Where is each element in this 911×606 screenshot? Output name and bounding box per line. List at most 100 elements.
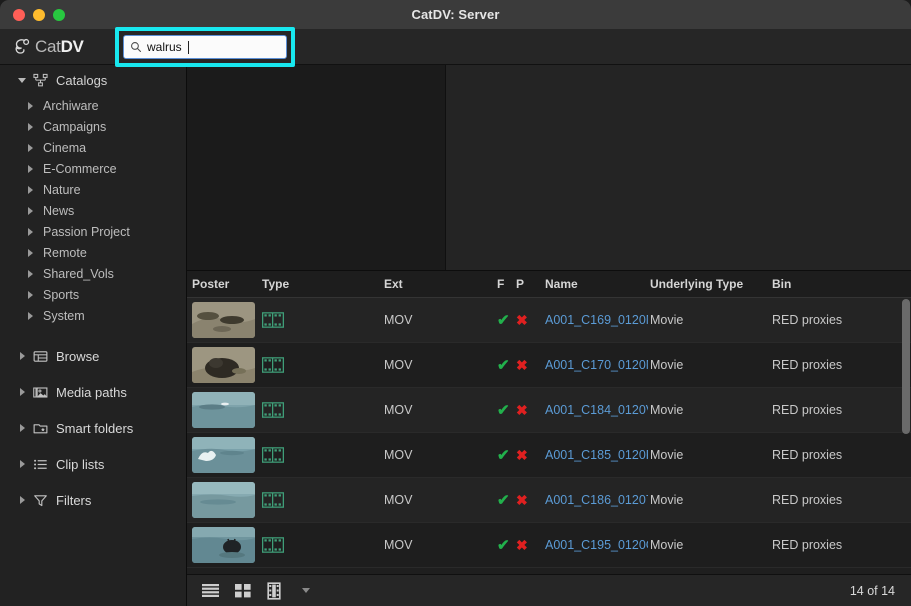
sidebar-item-e-commerce[interactable]: E-Commerce xyxy=(0,158,186,179)
sidebar-item-clip-lists[interactable]: Clip lists xyxy=(0,446,186,482)
sidebar-item-media-paths[interactable]: Media paths xyxy=(0,374,186,410)
name-link[interactable]: A001_C169_0120M xyxy=(545,313,648,327)
proxy-cell[interactable]: ✖ xyxy=(516,448,545,462)
thumbnail-splash-in-water xyxy=(192,437,255,473)
grid-view-icon[interactable] xyxy=(234,582,252,599)
name-link[interactable]: A001_C185_0120P xyxy=(545,448,648,462)
sidebar-item-label: Nature xyxy=(43,182,81,197)
poster-cell[interactable] xyxy=(187,302,262,338)
name-cell[interactable]: A001_C186_01207 xyxy=(545,493,650,507)
table-row[interactable]: MOV ✔ ✖ A001_C195_0120G Movie RED proxie… xyxy=(187,523,911,568)
chevron-right-icon[interactable] xyxy=(22,122,38,131)
column-header-underlying-type[interactable]: Underlying Type xyxy=(650,277,772,291)
sidebar-item-remote[interactable]: Remote xyxy=(0,242,186,263)
name-cell[interactable]: A001_C184_0120V xyxy=(545,403,650,417)
table-row[interactable]: MOV ✔ ✖ A001_C184_0120V Movie RED proxie… xyxy=(187,388,911,433)
chevron-right-icon[interactable] xyxy=(22,143,38,152)
chevron-right-icon[interactable] xyxy=(14,424,30,432)
window-title: CatDV: Server xyxy=(411,7,500,22)
name-cell[interactable]: A001_C185_0120P xyxy=(545,448,650,462)
statusbar: 14 of 14 xyxy=(187,574,911,606)
list-view-icon[interactable] xyxy=(201,582,220,599)
chevron-right-icon[interactable] xyxy=(14,496,30,504)
type-cell xyxy=(262,447,384,463)
name-link[interactable]: A001_C184_0120V xyxy=(545,403,648,417)
proxy-cell[interactable]: ✖ xyxy=(516,403,545,417)
flag-cell[interactable]: ✔ xyxy=(497,538,516,553)
chevron-right-icon[interactable] xyxy=(22,206,38,215)
chevron-right-icon[interactable] xyxy=(14,352,30,360)
column-header-poster[interactable]: Poster xyxy=(187,277,262,291)
column-header-f[interactable]: F xyxy=(497,277,516,291)
sidebar-item-cinema[interactable]: Cinema xyxy=(0,137,186,158)
sidebar-item-archiware[interactable]: Archiware xyxy=(0,95,186,116)
sidebar-item-smart-folders[interactable]: Smart folders xyxy=(0,410,186,446)
sidebar-item-browse[interactable]: Browse xyxy=(0,338,186,374)
name-cell[interactable]: A001_C195_0120G xyxy=(545,538,650,552)
flag-cell[interactable]: ✔ xyxy=(497,403,516,418)
flag-cell[interactable]: ✔ xyxy=(497,493,516,508)
poster-cell[interactable] xyxy=(187,482,262,518)
sidebar-item-campaigns[interactable]: Campaigns xyxy=(0,116,186,137)
proxy-cell[interactable]: ✖ xyxy=(516,313,545,327)
filmstrip-view-icon[interactable] xyxy=(266,581,282,600)
table-row[interactable]: MOV ✔ ✖ A001_C186_01207 Movie RED proxie… xyxy=(187,478,911,523)
column-header-ext[interactable]: Ext xyxy=(384,277,497,291)
poster-cell[interactable] xyxy=(187,437,262,473)
clip-lists-icon xyxy=(30,457,50,472)
flag-cell[interactable]: ✔ xyxy=(497,358,516,373)
preview-panel-left[interactable] xyxy=(187,65,446,270)
poster-cell[interactable] xyxy=(187,392,262,428)
underlying-type-cell: Movie xyxy=(650,358,684,372)
table-row[interactable]: MOV ✔ ✖ A001_C170_0120M Movie RED proxie… xyxy=(187,343,911,388)
chevron-right-icon[interactable] xyxy=(22,311,38,320)
chevron-right-icon[interactable] xyxy=(14,388,30,396)
sidebar: Catalogs Archiware Campaigns Cinema E-Co… xyxy=(0,65,187,606)
name-cell[interactable]: A001_C170_0120M xyxy=(545,358,650,372)
sidebar-item-catalogs[interactable]: Catalogs xyxy=(0,65,186,95)
preview-panel-right[interactable] xyxy=(446,65,911,270)
chevron-right-icon[interactable] xyxy=(22,269,38,278)
thumbnail-walrus-surfacing xyxy=(192,527,255,563)
poster-cell[interactable] xyxy=(187,347,262,383)
flag-cell[interactable]: ✔ xyxy=(497,448,516,463)
sidebar-item-label: News xyxy=(43,203,75,218)
chevron-right-icon[interactable] xyxy=(22,185,38,194)
chevron-down-icon[interactable] xyxy=(14,77,30,83)
proxy-cell[interactable]: ✖ xyxy=(516,538,545,552)
media-paths-icon xyxy=(30,385,50,400)
sidebar-item-sports[interactable]: Sports xyxy=(0,284,186,305)
name-link[interactable]: A001_C195_0120G xyxy=(545,538,648,552)
sidebar-item-shared-vols[interactable]: Shared_Vols xyxy=(0,263,186,284)
chevron-right-icon[interactable] xyxy=(22,248,38,257)
table-row[interactable]: MOV ✔ ✖ A001_C185_0120P Movie RED proxie… xyxy=(187,433,911,478)
column-header-name[interactable]: Name xyxy=(545,277,650,291)
name-link[interactable]: A001_C186_01207 xyxy=(545,493,648,507)
type-cell xyxy=(262,357,384,373)
proxy-cell[interactable]: ✖ xyxy=(516,358,545,372)
bin-cell: RED proxies xyxy=(772,313,843,327)
search-input[interactable]: walrus xyxy=(123,35,287,59)
table-vertical-scrollbar[interactable] xyxy=(902,299,910,434)
column-header-bin[interactable]: Bin xyxy=(772,277,892,291)
chevron-right-icon[interactable] xyxy=(22,227,38,236)
proxy-cell[interactable]: ✖ xyxy=(516,493,545,507)
poster-cell[interactable] xyxy=(187,527,262,563)
view-options-dropdown-icon[interactable] xyxy=(302,588,310,593)
sidebar-item-nature[interactable]: Nature xyxy=(0,179,186,200)
sidebar-item-filters[interactable]: Filters xyxy=(0,482,186,518)
chevron-right-icon[interactable] xyxy=(14,460,30,468)
table-row[interactable]: MOV ✔ ✖ A001_C169_0120M Movie RED proxie… xyxy=(187,298,911,343)
flag-cell[interactable]: ✔ xyxy=(497,313,516,328)
chevron-right-icon[interactable] xyxy=(22,164,38,173)
sidebar-item-passion-project[interactable]: Passion Project xyxy=(0,221,186,242)
column-header-p[interactable]: P xyxy=(516,277,545,291)
name-cell[interactable]: A001_C169_0120M xyxy=(545,313,650,327)
column-header-type[interactable]: Type xyxy=(262,277,384,291)
chevron-right-icon[interactable] xyxy=(22,290,38,299)
name-link[interactable]: A001_C170_0120M xyxy=(545,358,648,372)
sidebar-item-news[interactable]: News xyxy=(0,200,186,221)
sidebar-item-system[interactable]: System xyxy=(0,305,186,326)
chevron-right-icon[interactable] xyxy=(22,101,38,110)
ext-cell: MOV xyxy=(384,538,413,552)
